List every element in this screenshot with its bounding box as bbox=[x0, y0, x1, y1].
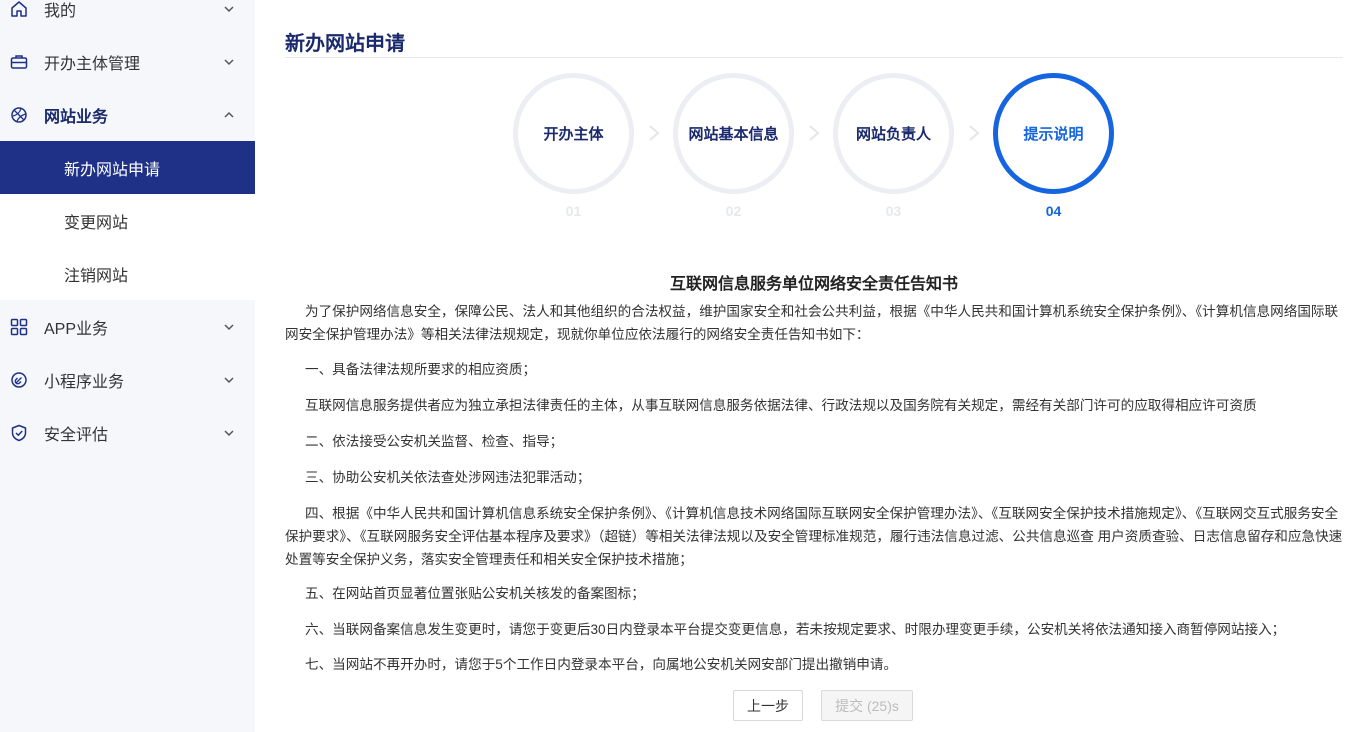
sidebar-item-label: 安全评估 bbox=[44, 426, 109, 444]
sidebar-item-app-business[interactable]: APP业务 bbox=[0, 300, 255, 353]
chevron-right-icon bbox=[969, 125, 980, 141]
step-number: 04 bbox=[1045, 203, 1062, 219]
shield-icon bbox=[10, 424, 28, 442]
chevron-right-icon bbox=[649, 125, 660, 141]
sidebar-item-label: 小程序业务 bbox=[44, 373, 125, 391]
grid-icon bbox=[10, 318, 28, 336]
divider bbox=[285, 57, 1343, 58]
sidebar-item-miniprogram-business[interactable]: 小程序业务 bbox=[0, 353, 255, 406]
sidebar-subitem-label: 新办网站申请 bbox=[64, 161, 161, 179]
paragraph-item: 六、当联网备案信息发生变更时，请您于变更后30日内登录本平台提交变更信息，若未按… bbox=[305, 622, 1286, 637]
sidebar-item-mine[interactable]: 我的 bbox=[0, 0, 255, 35]
chevron-right-icon bbox=[809, 125, 820, 141]
sidebar: 我的 开办主体管理 网站业务 新办网站申请 变更网站 注销网站 APP业务 小程… bbox=[0, 0, 255, 732]
step-number: 01 bbox=[565, 203, 582, 219]
paragraph-item: 四、根据《中华人民共和国计算机信息系统安全保护条例》、《计算机信息技术网络国际互… bbox=[285, 506, 1343, 567]
sidebar-subitem-label: 注销网站 bbox=[64, 267, 129, 285]
previous-step-button[interactable]: 上一步 bbox=[733, 690, 803, 721]
paragraph-item: 五、在网站首页显著位置张贴公安机关核发的备案图标； bbox=[305, 586, 645, 601]
step-label: 开办主体 bbox=[543, 126, 604, 143]
paragraph-item: 七、当网站不再开办时，请您于5个工作日内登录本平台，向属地公安机关网安部门提出撤… bbox=[305, 657, 898, 672]
home-icon bbox=[10, 0, 28, 18]
chevron-down-icon bbox=[222, 373, 236, 387]
chevron-down-icon bbox=[222, 320, 236, 334]
sidebar-item-entity-management[interactable]: 开办主体管理 bbox=[0, 35, 255, 88]
step-number: 03 bbox=[885, 203, 902, 219]
chevron-up-icon bbox=[222, 108, 236, 122]
step-number: 02 bbox=[725, 203, 742, 219]
paragraph-item: 三、协助公安机关依法查处涉网违法犯罪活动； bbox=[305, 470, 591, 485]
sidebar-subitem-new-website[interactable]: 新办网站申请 bbox=[0, 141, 255, 194]
paragraph-item: 互联网信息服务提供者应为独立承担法律责任的主体，从事互联网信息服务依据法律、行政… bbox=[305, 398, 1257, 413]
document-title: 互联网信息服务单位网络安全责任告知书 bbox=[669, 276, 958, 293]
sidebar-item-label: 网站业务 bbox=[44, 108, 109, 126]
step-3: 网站负责人 bbox=[833, 73, 954, 194]
paragraph-item: 二、依法接受公安机关监督、检查、指导； bbox=[305, 434, 564, 449]
step-label: 网站负责人 bbox=[855, 126, 931, 143]
chevron-down-icon bbox=[222, 2, 236, 16]
sidebar-subitem-cancel-website[interactable]: 注销网站 bbox=[0, 247, 255, 300]
chevron-down-icon bbox=[222, 55, 236, 69]
sidebar-item-label: APP业务 bbox=[44, 320, 109, 338]
sidebar-subitem-label: 变更网站 bbox=[64, 214, 129, 232]
sidebar-item-label: 我的 bbox=[44, 2, 77, 20]
step-label: 提示说明 bbox=[1023, 126, 1084, 143]
paragraph-intro: 为了保护网络信息安全，保障公民、法人和其他组织的合法权益，维护国家安全和社会公共… bbox=[285, 304, 1339, 342]
submit-button[interactable]: 提交 (25)s bbox=[821, 690, 913, 721]
briefcase-icon bbox=[10, 53, 28, 71]
step-2: 网站基本信息 bbox=[673, 73, 794, 194]
sidebar-item-label: 开办主体管理 bbox=[44, 55, 141, 73]
chevron-down-icon bbox=[222, 426, 236, 440]
step-1: 开办主体 bbox=[513, 73, 634, 194]
page-title: 新办网站申请 bbox=[285, 33, 405, 55]
sidebar-item-security-assessment[interactable]: 安全评估 bbox=[0, 406, 255, 459]
sidebar-item-website-business[interactable]: 网站业务 bbox=[0, 88, 255, 141]
step-4-active: 提示说明 bbox=[993, 73, 1114, 194]
paragraph-item: 一、具备法律法规所要求的相应资质； bbox=[305, 362, 537, 377]
sidebar-subitem-change-website[interactable]: 变更网站 bbox=[0, 194, 255, 247]
globe-icon bbox=[10, 106, 28, 124]
link-icon bbox=[10, 371, 28, 389]
step-label: 网站基本信息 bbox=[688, 126, 779, 143]
